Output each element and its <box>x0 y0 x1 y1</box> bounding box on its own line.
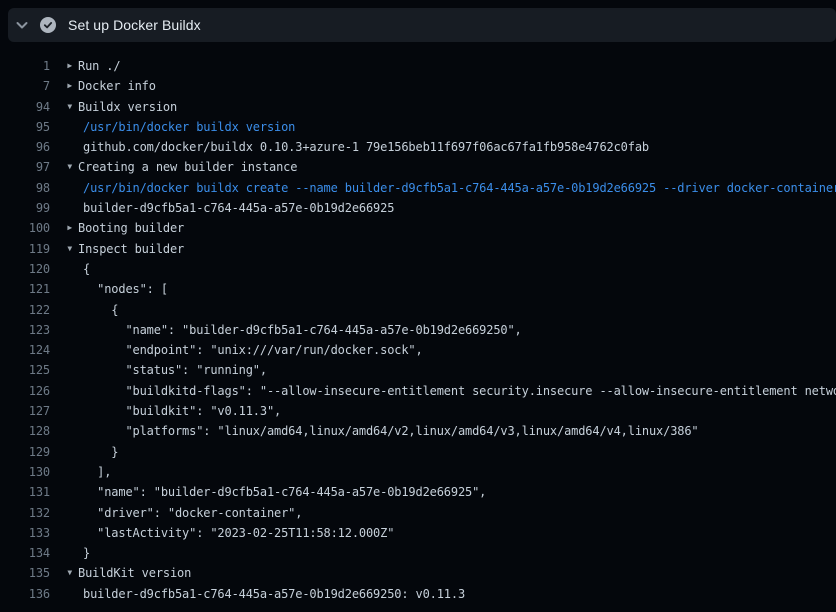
log-line: 125 "status": "running", <box>0 360 836 380</box>
line-number[interactable]: 126 <box>0 381 50 401</box>
line-number[interactable]: 98 <box>0 178 50 198</box>
line-number[interactable]: 124 <box>0 340 50 360</box>
line-text: "endpoint": "unix:///var/run/docker.sock… <box>78 340 423 360</box>
log-line: 121 "nodes": [ <box>0 279 836 299</box>
log-line[interactable]: 135 ▼ BuildKit version <box>0 563 836 583</box>
log-line[interactable]: 94 ▼ Buildx version <box>0 97 836 117</box>
group-marker-icon[interactable]: ▼ <box>50 157 78 177</box>
group-marker-icon[interactable]: ▼ <box>50 97 78 117</box>
line-text: builder-d9cfb5a1-c764-445a-a57e-0b19d2e6… <box>78 584 465 604</box>
line-text: BuildKit version <box>78 563 191 583</box>
line-number[interactable]: 122 <box>0 300 50 320</box>
log-line[interactable]: 119 ▼ Inspect builder <box>0 239 836 259</box>
group-marker-icon[interactable]: ▶ <box>50 76 78 96</box>
line-text: /usr/bin/docker buildx create --name bui… <box>78 178 836 198</box>
log-line: 132 "driver": "docker-container", <box>0 503 836 523</box>
line-number[interactable]: 135 <box>0 563 50 583</box>
line-text: "status": "running", <box>78 360 267 380</box>
line-text: } <box>78 442 118 462</box>
line-number[interactable]: 133 <box>0 523 50 543</box>
line-number[interactable]: 132 <box>0 503 50 523</box>
log-line: 129 } <box>0 442 836 462</box>
line-number[interactable]: 136 <box>0 584 50 604</box>
group-marker-icon[interactable]: ▼ <box>50 563 78 583</box>
line-number[interactable]: 123 <box>0 320 50 340</box>
line-text: ], <box>78 462 111 482</box>
log-line: 130 ], <box>0 462 836 482</box>
line-number[interactable]: 120 <box>0 259 50 279</box>
line-text: "name": "builder-d9cfb5a1-c764-445a-a57e… <box>78 320 522 340</box>
line-text: { <box>78 259 90 279</box>
line-text: Booting builder <box>78 218 184 238</box>
line-text: "buildkitd-flags": "--allow-insecure-ent… <box>78 381 836 401</box>
log-line[interactable]: 1 ▶ Run ./ <box>0 56 836 76</box>
line-text: github.com/docker/buildx 0.10.3+azure-1 … <box>78 137 649 157</box>
log-line: 98 /usr/bin/docker buildx create --name … <box>0 178 836 198</box>
chevron-down-icon[interactable] <box>14 17 30 33</box>
line-text: "driver": "docker-container", <box>78 503 302 523</box>
line-text: } <box>78 543 90 563</box>
line-number[interactable]: 95 <box>0 117 50 137</box>
line-text: { <box>78 300 118 320</box>
line-text: Inspect builder <box>78 239 184 259</box>
log-line: 136 builder-d9cfb5a1-c764-445a-a57e-0b19… <box>0 584 836 604</box>
log-line[interactable]: 97 ▼ Creating a new builder instance <box>0 157 836 177</box>
log-line: 133 "lastActivity": "2023-02-25T11:58:12… <box>0 523 836 543</box>
log-line: 131 "name": "builder-d9cfb5a1-c764-445a-… <box>0 482 836 502</box>
line-number[interactable]: 130 <box>0 462 50 482</box>
line-number[interactable]: 99 <box>0 198 50 218</box>
line-number[interactable]: 94 <box>0 97 50 117</box>
log-line: 127 "buildkit": "v0.11.3", <box>0 401 836 421</box>
line-text: "buildkit": "v0.11.3", <box>78 401 281 421</box>
line-number[interactable]: 119 <box>0 239 50 259</box>
line-number[interactable]: 127 <box>0 401 50 421</box>
group-marker-icon[interactable]: ▶ <box>50 56 78 76</box>
group-marker-icon[interactable]: ▶ <box>50 218 78 238</box>
line-number[interactable]: 121 <box>0 279 50 299</box>
line-number[interactable]: 134 <box>0 543 50 563</box>
log-line: 126 "buildkitd-flags": "--allow-insecure… <box>0 381 836 401</box>
line-number[interactable]: 128 <box>0 421 50 441</box>
log-line: 134 } <box>0 543 836 563</box>
log-line: 124 "endpoint": "unix:///var/run/docker.… <box>0 340 836 360</box>
log-line: 122 { <box>0 300 836 320</box>
log-line[interactable]: 7 ▶ Docker info <box>0 76 836 96</box>
line-text: "platforms": "linux/amd64,linux/amd64/v2… <box>78 421 699 441</box>
log-area: 1 ▶ Run ./ 7 ▶ Docker info 94 ▼ Buildx v… <box>0 56 836 604</box>
log-line: 99 builder-d9cfb5a1-c764-445a-a57e-0b19d… <box>0 198 836 218</box>
line-text: "nodes": [ <box>78 279 168 299</box>
log-line[interactable]: 100 ▶ Booting builder <box>0 218 836 238</box>
line-text: Buildx version <box>78 97 177 117</box>
log-line: 123 "name": "builder-d9cfb5a1-c764-445a-… <box>0 320 836 340</box>
check-circle-icon <box>40 17 56 33</box>
line-text: /usr/bin/docker buildx version <box>78 117 295 137</box>
line-text: Docker info <box>78 76 156 96</box>
line-number[interactable]: 7 <box>0 76 50 96</box>
line-number[interactable]: 129 <box>0 442 50 462</box>
line-text: Creating a new builder instance <box>78 157 297 177</box>
line-number[interactable]: 1 <box>0 56 50 76</box>
line-number[interactable]: 100 <box>0 218 50 238</box>
log-line: 120 { <box>0 259 836 279</box>
log-line: 96 github.com/docker/buildx 0.10.3+azure… <box>0 137 836 157</box>
log-line: 128 "platforms": "linux/amd64,linux/amd6… <box>0 421 836 441</box>
line-text: "name": "builder-d9cfb5a1-c764-445a-a57e… <box>78 482 486 502</box>
log-line: 95 /usr/bin/docker buildx version <box>0 117 836 137</box>
line-number[interactable]: 125 <box>0 360 50 380</box>
line-text: "lastActivity": "2023-02-25T11:58:12.000… <box>78 523 394 543</box>
line-number[interactable]: 131 <box>0 482 50 502</box>
step-header[interactable]: Set up Docker Buildx <box>8 8 836 42</box>
group-marker-icon[interactable]: ▼ <box>50 239 78 259</box>
line-text: builder-d9cfb5a1-c764-445a-a57e-0b19d2e6… <box>78 198 394 218</box>
line-number[interactable]: 96 <box>0 137 50 157</box>
line-number[interactable]: 97 <box>0 157 50 177</box>
step-title: Set up Docker Buildx <box>68 17 201 33</box>
line-text: Run ./ <box>78 56 120 76</box>
